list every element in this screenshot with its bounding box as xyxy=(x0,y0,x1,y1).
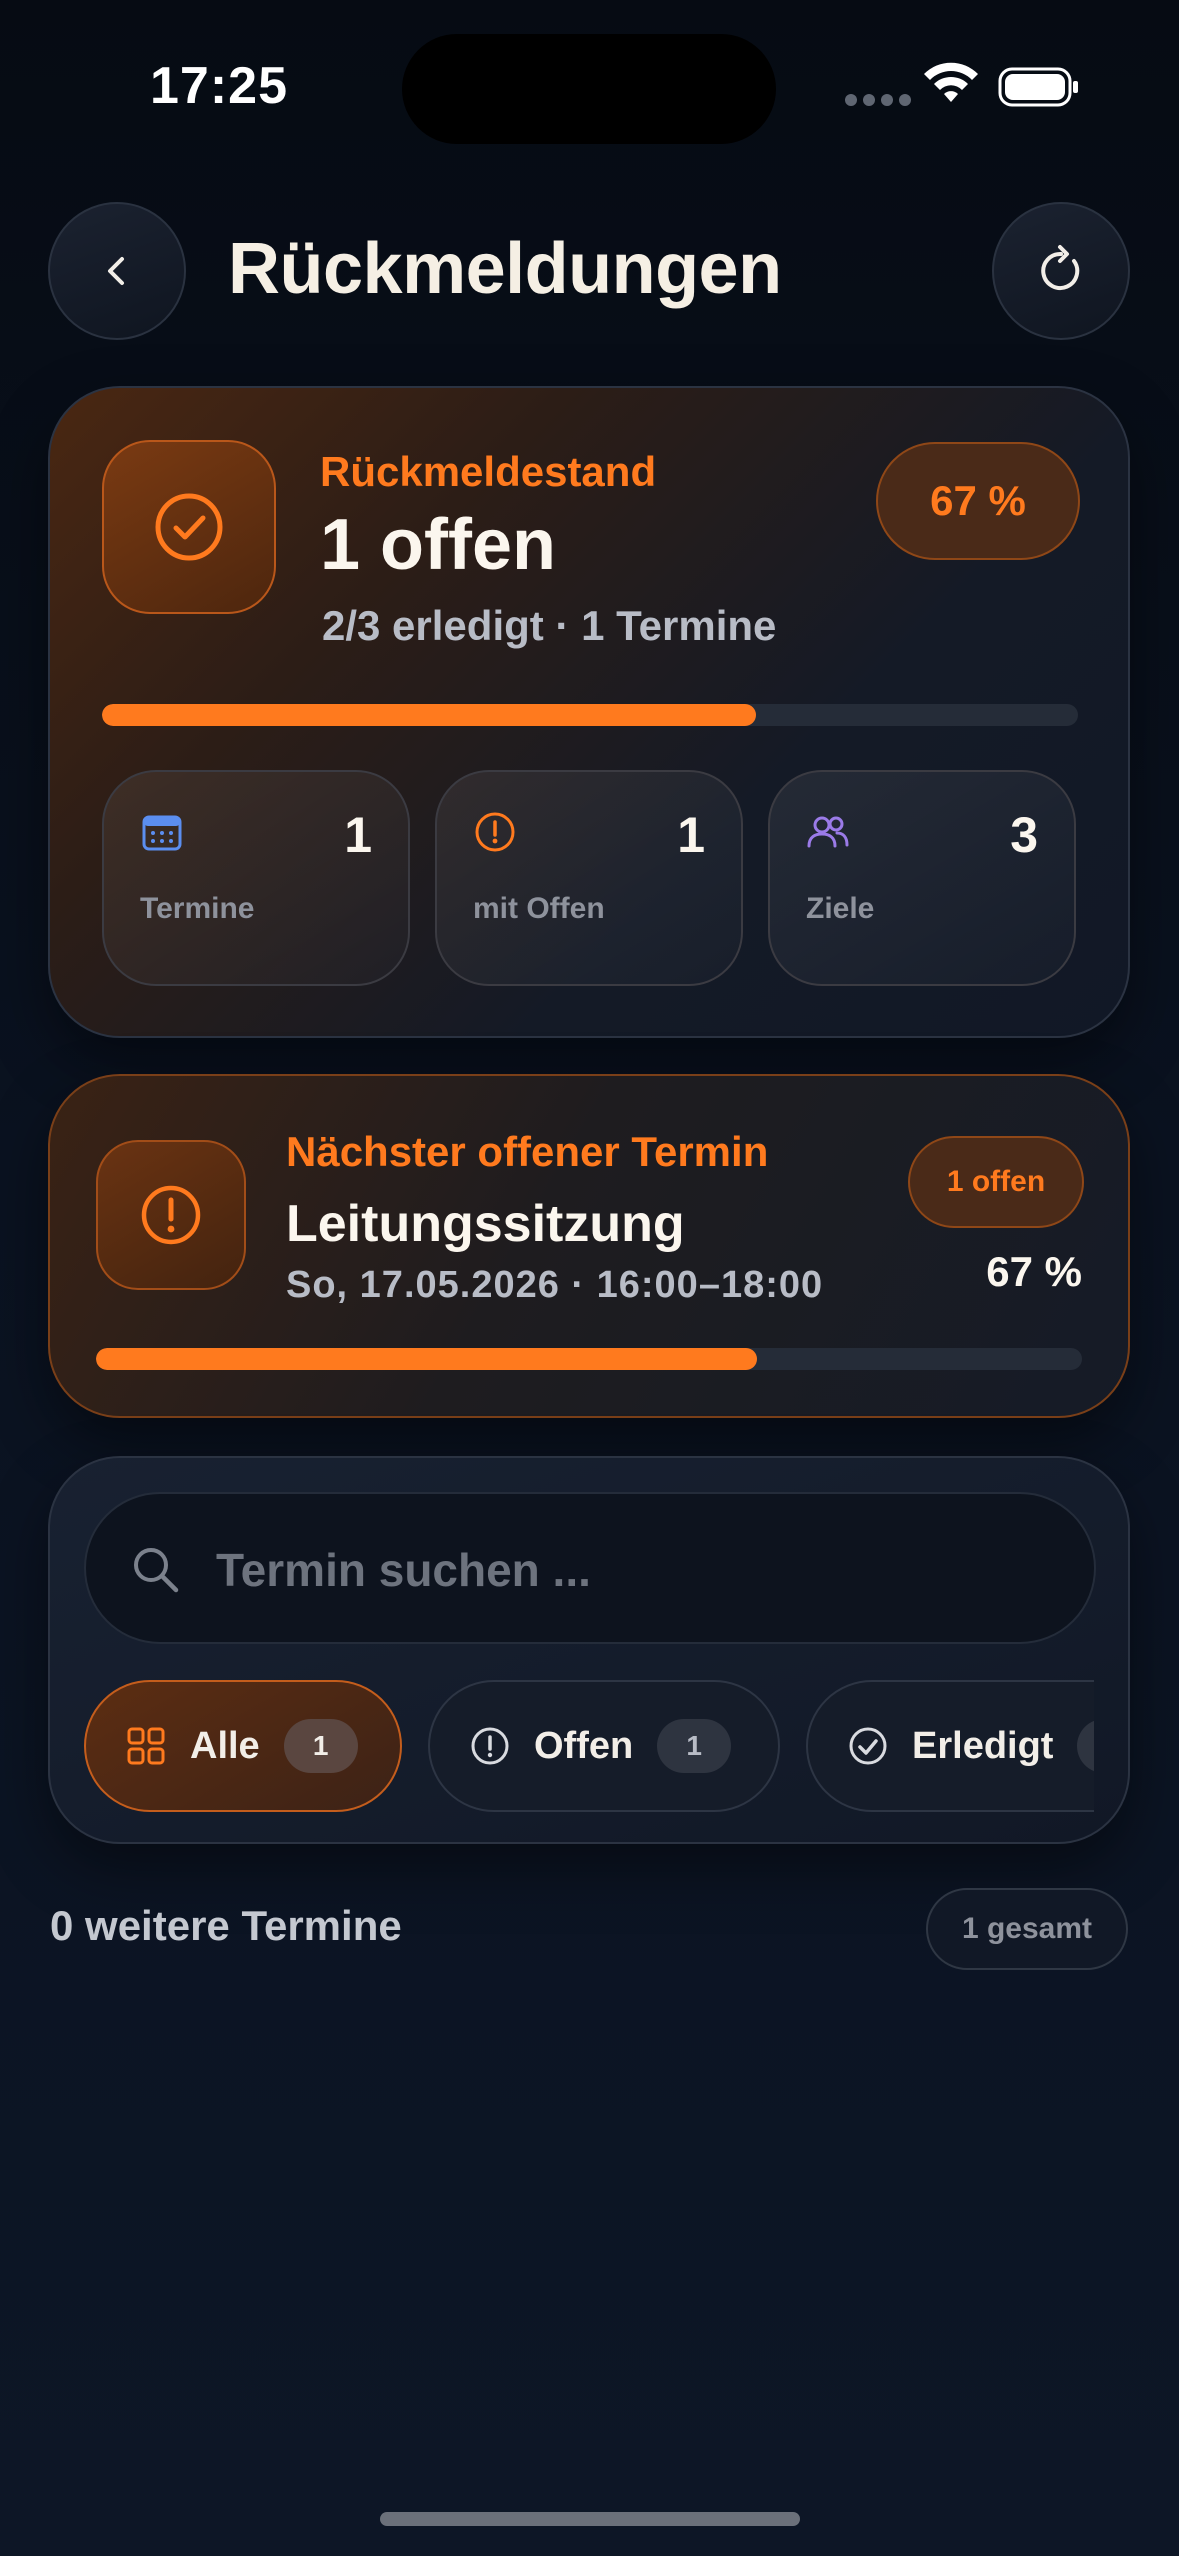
filter-panel: Alle 1 Offen 1 Erledigt xyxy=(48,1456,1130,1844)
wifi-icon xyxy=(924,62,978,102)
stat-label: Termine xyxy=(140,892,255,925)
search-icon xyxy=(134,1548,179,1593)
summary-subtitle: 2/3 erledigt · 1 Termine xyxy=(322,602,777,649)
next-appointment-progress-bar xyxy=(96,1348,1082,1370)
summary-status-tile xyxy=(102,440,276,614)
search-field[interactable] xyxy=(84,1492,1096,1644)
open-count-badge: 1 offen xyxy=(908,1136,1084,1228)
filter-chip-alle[interactable]: Alle 1 xyxy=(84,1680,402,1812)
stat-label: Ziele xyxy=(806,892,875,925)
summary-progress-bar xyxy=(102,704,1078,726)
stat-tile-termine[interactable]: 1 Termine xyxy=(102,770,410,986)
page-title: Rückmeldungen xyxy=(228,229,782,309)
alert-circle-icon xyxy=(475,812,515,852)
next-appointment-progress-fill xyxy=(96,1348,757,1370)
alert-circle-icon xyxy=(141,1185,201,1245)
status-time: 17:25 xyxy=(150,57,288,115)
next-appointment-status-tile xyxy=(96,1140,246,1290)
refresh-icon xyxy=(1041,245,1080,290)
stat-value: 1 xyxy=(677,807,705,863)
check-circle-icon xyxy=(849,1727,887,1765)
home-indicator[interactable] xyxy=(380,2512,800,2526)
chip-label: Alle xyxy=(190,1724,260,1767)
next-appointment-percent: 67 % xyxy=(986,1248,1082,1295)
summary-kicker: Rückmeldestand xyxy=(320,448,657,495)
next-appointment-date: So, 17.05.2026 · 16:00–18:00 xyxy=(286,1264,824,1306)
alert-circle-icon xyxy=(471,1727,509,1765)
chip-count xyxy=(1077,1719,1094,1773)
chip-label: Offen xyxy=(534,1724,634,1767)
status-bar: 17:25 xyxy=(0,0,1179,170)
grid-icon xyxy=(127,1727,165,1765)
filter-chip-erledigt[interactable]: Erledigt xyxy=(806,1680,1094,1812)
next-appointment-title: Leitungssitzung xyxy=(286,1195,685,1253)
stat-label: mit Offen xyxy=(473,892,605,925)
filter-chips: Alle 1 Offen 1 Erledigt xyxy=(84,1680,1094,1814)
chip-label: Erledigt xyxy=(912,1724,1054,1767)
stat-tile-mit-offen[interactable]: 1 mit Offen xyxy=(435,770,743,986)
stat-tile-ziele[interactable]: 3 Ziele xyxy=(768,770,1076,986)
summary-title: 1 offen xyxy=(320,505,557,585)
dynamic-island xyxy=(402,34,776,144)
feedback-summary-card: Rückmeldestand 1 offen 2/3 erledigt · 1 … xyxy=(48,386,1130,1038)
filter-chip-offen[interactable]: Offen 1 xyxy=(428,1680,780,1812)
calendar-icon xyxy=(142,815,182,851)
chevron-left-icon xyxy=(108,257,124,285)
stat-value: 3 xyxy=(1010,807,1038,863)
stat-value: 1 xyxy=(344,807,372,863)
summary-progress-fill xyxy=(102,704,756,726)
cellular-signal-icon xyxy=(845,94,911,106)
summary-percent-badge: 67 % xyxy=(876,442,1080,560)
refresh-button[interactable] xyxy=(992,202,1130,340)
more-appointments-label: 0 weitere Termine xyxy=(50,1902,402,1949)
battery-icon xyxy=(998,67,1078,107)
check-circle-icon xyxy=(155,493,223,561)
search-input[interactable] xyxy=(216,1528,1056,1612)
next-appointment-kicker: Nächster offener Termin xyxy=(286,1128,769,1175)
back-button[interactable] xyxy=(48,202,186,340)
next-open-appointment-card[interactable]: Nächster offener Termin Leitungssitzung … xyxy=(48,1074,1130,1418)
users-icon xyxy=(807,816,849,848)
chip-count: 1 xyxy=(657,1719,732,1773)
chip-count: 1 xyxy=(283,1719,358,1773)
total-count-badge: 1 gesamt xyxy=(926,1888,1128,1970)
